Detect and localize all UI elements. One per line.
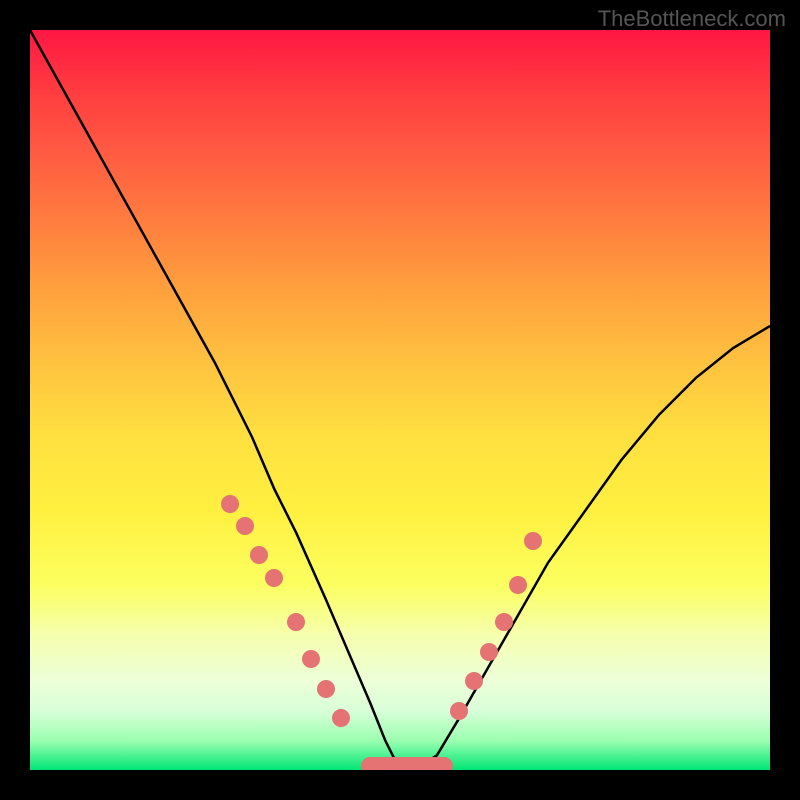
marker-dot xyxy=(495,613,513,631)
marker-dot xyxy=(302,650,320,668)
marker-dot xyxy=(221,495,239,513)
marker-dot xyxy=(509,576,527,594)
bottleneck-curve xyxy=(30,30,770,770)
marker-dot xyxy=(465,672,483,690)
chart-area xyxy=(30,30,770,770)
marker-dot xyxy=(524,532,542,550)
marker-dot xyxy=(332,709,350,727)
marker-dot xyxy=(265,569,283,587)
watermark-text: TheBottleneck.com xyxy=(598,6,786,32)
marker-dot xyxy=(450,702,468,720)
marker-dot xyxy=(287,613,305,631)
marker-dot xyxy=(480,643,498,661)
marker-dot xyxy=(250,546,268,564)
marker-bottom-segment xyxy=(361,757,453,770)
marker-dot xyxy=(236,517,254,535)
marker-dot xyxy=(317,680,335,698)
